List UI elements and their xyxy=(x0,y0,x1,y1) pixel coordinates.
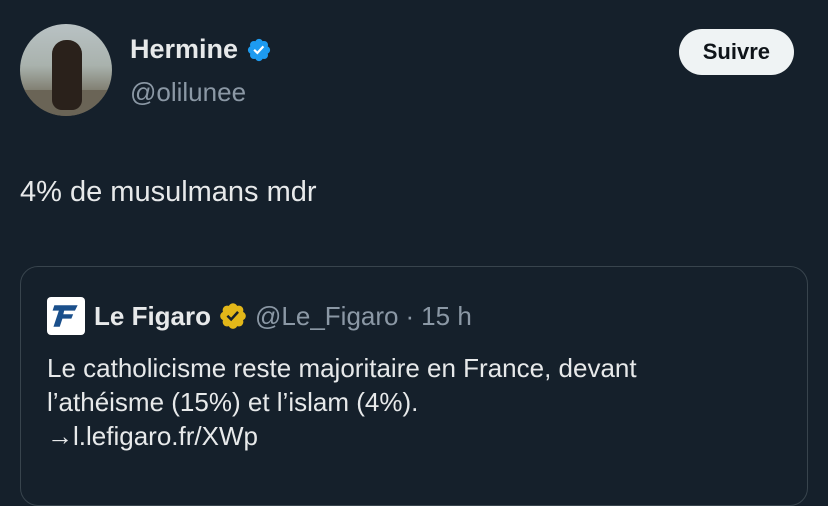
follow-button[interactable]: Suivre xyxy=(678,29,794,75)
quoted-tweet-card[interactable]: Le Figaro @Le_Figaro · 15 h Le catholici… xyxy=(20,266,808,506)
verified-badge-icon xyxy=(246,37,272,63)
quoted-tweet-header: Le Figaro @Le_Figaro · 15 h xyxy=(47,297,472,335)
author-name-row: Hermine xyxy=(130,34,272,65)
quoted-text-line: l’athéisme (15%) et l’islam (4%). xyxy=(47,387,419,417)
quoted-tweet-time[interactable]: 15 h xyxy=(421,301,472,332)
avatar-photo-figure xyxy=(52,40,82,110)
quoted-author-name[interactable]: Le Figaro xyxy=(94,301,211,332)
author-display-name[interactable]: Hermine xyxy=(130,34,238,65)
separator-dot: · xyxy=(405,300,415,331)
tweet-text: 4% de musulmans mdr xyxy=(20,176,317,208)
author-handle[interactable]: @olilunee xyxy=(130,77,246,108)
quoted-author-handle[interactable]: @Le_Figaro xyxy=(255,301,398,332)
quoted-text-line: Le catholicisme reste majoritaire en Fra… xyxy=(47,353,637,383)
author-avatar[interactable] xyxy=(20,24,112,116)
quoted-tweet-text: Le catholicisme reste majoritaire en Fra… xyxy=(47,351,787,453)
gold-verified-badge-icon xyxy=(218,301,248,331)
le-figaro-logo-icon[interactable] xyxy=(47,297,85,335)
quoted-text-link[interactable]: →l.lefigaro.fr/XWp xyxy=(47,419,787,453)
